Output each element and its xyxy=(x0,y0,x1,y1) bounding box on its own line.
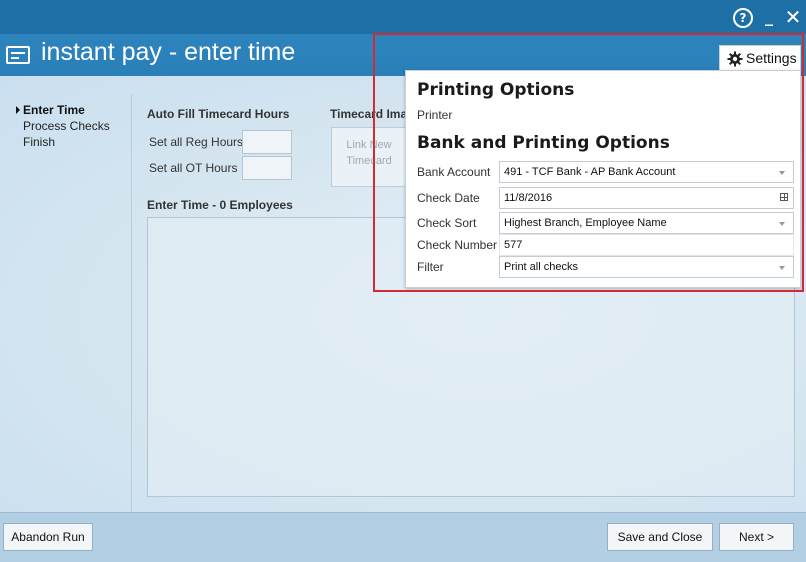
step-enter-time[interactable]: Enter Time xyxy=(16,102,110,118)
abandon-run-button[interactable]: Abandon Run xyxy=(3,523,93,551)
check-date-value: 11/8/2016 xyxy=(504,192,553,204)
wizard-steps: Enter Time Process Checks Finish xyxy=(16,102,110,150)
page-title: instant pay - enter time xyxy=(41,38,296,66)
reg-hours-label: Set all Reg Hours xyxy=(149,135,244,149)
chevron-down-icon xyxy=(779,266,785,270)
check-card-icon xyxy=(6,46,30,64)
filter-label: Filter xyxy=(417,260,444,274)
save-close-button[interactable]: Save and Close xyxy=(607,523,713,551)
autofill-title: Auto Fill Timecard Hours xyxy=(147,107,290,121)
reg-hours-input[interactable] xyxy=(242,130,292,154)
check-date-input[interactable]: 11/8/2016 xyxy=(499,187,794,209)
step-process-checks[interactable]: Process Checks xyxy=(16,118,110,134)
next-button[interactable]: Next > xyxy=(719,523,794,551)
close-icon[interactable]: ✕ xyxy=(783,6,803,28)
settings-panel: Printing Options Printer Bank and Printi… xyxy=(405,70,801,288)
enter-time-title: Enter Time - 0 Employees xyxy=(147,198,293,212)
filter-value: Print all checks xyxy=(504,261,578,273)
check-sort-select[interactable]: Highest Branch, Employee Name xyxy=(499,212,794,234)
ot-hours-label: Set all OT Hours xyxy=(149,161,238,175)
check-number-value: 577 xyxy=(504,239,523,251)
title-bar: ? _ ✕ xyxy=(0,0,806,34)
check-number-input[interactable]: 577 xyxy=(499,234,794,256)
gear-icon xyxy=(727,51,743,67)
link-timecard-button[interactable]: Link New Timecard xyxy=(331,127,407,187)
printer-label: Printer xyxy=(417,108,453,122)
calendar-icon[interactable] xyxy=(780,193,788,201)
settings-tab-label: Settings xyxy=(746,50,797,66)
minimize-icon[interactable]: _ xyxy=(759,6,779,28)
bank-options-title: Bank and Printing Options xyxy=(417,133,670,153)
bank-account-label: Bank Account xyxy=(417,165,491,179)
ot-hours-input[interactable] xyxy=(242,156,292,180)
check-sort-value: Highest Branch, Employee Name xyxy=(504,217,667,229)
help-icon[interactable]: ? xyxy=(733,8,753,28)
printing-options-title: Printing Options xyxy=(417,80,575,100)
settings-tab[interactable]: Settings xyxy=(719,45,801,71)
steps-divider xyxy=(131,94,132,512)
check-date-label: Check Date xyxy=(417,191,480,205)
chevron-down-icon xyxy=(779,171,785,175)
step-finish[interactable]: Finish xyxy=(16,134,110,150)
link-timecard-label: Link New Timecard xyxy=(346,139,392,167)
bank-account-value: 491 - TCF Bank - AP Bank Account xyxy=(504,166,676,178)
check-number-label: Check Number xyxy=(417,238,498,252)
filter-select[interactable]: Print all checks xyxy=(499,256,794,278)
timecard-title: Timecard Ima xyxy=(330,107,408,121)
chevron-down-icon xyxy=(779,222,785,226)
bank-account-select[interactable]: 491 - TCF Bank - AP Bank Account xyxy=(499,161,794,183)
check-sort-label: Check Sort xyxy=(417,216,477,230)
